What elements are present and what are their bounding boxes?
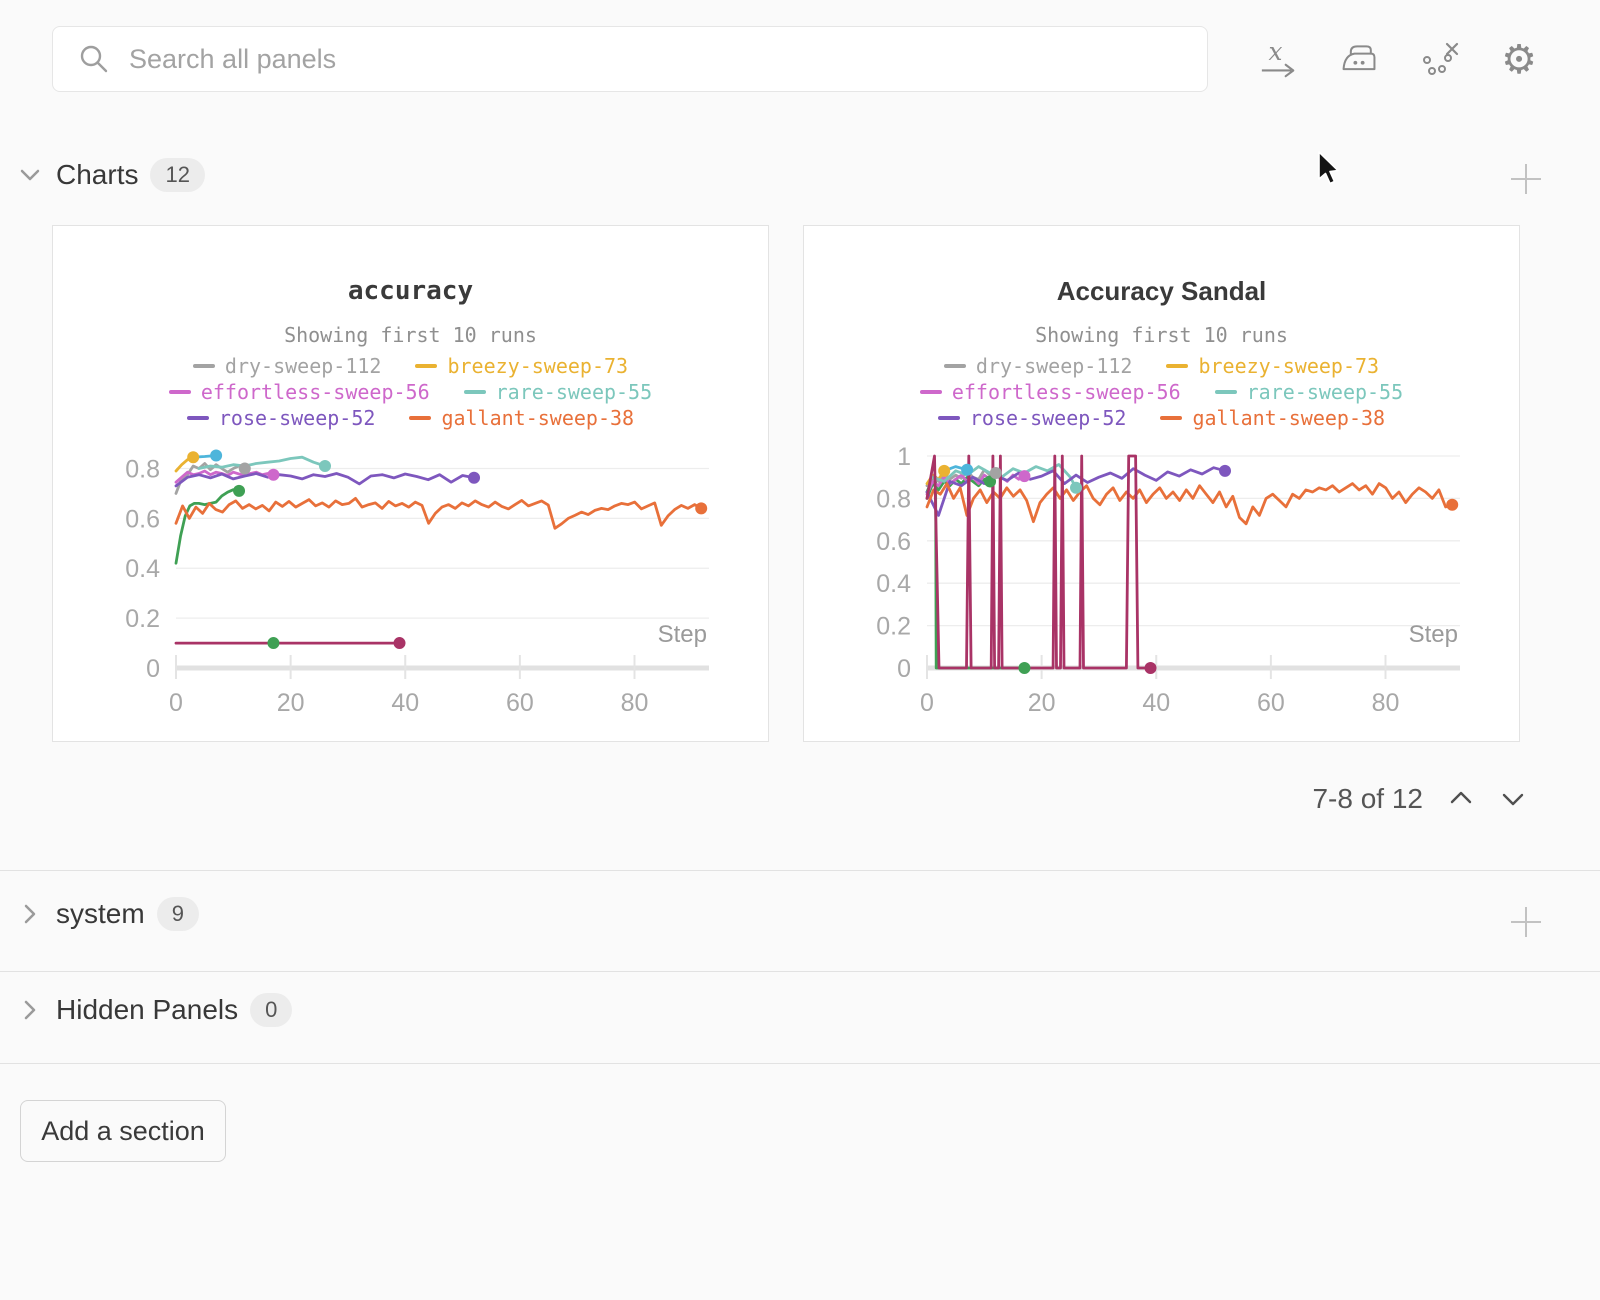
svg-text:0.2: 0.2	[876, 613, 911, 641]
legend-label: dry-sweep-112	[225, 354, 382, 378]
pagination-label: 7-8 of 12	[1312, 783, 1423, 815]
divider	[0, 870, 1600, 871]
svg-text:x: x	[1269, 38, 1283, 66]
legend-swatch	[409, 416, 431, 420]
outliers-icon[interactable]	[1419, 38, 1459, 82]
chart-subtitle: Showing first 10 runs	[804, 323, 1519, 347]
x-axis-icon[interactable]: x	[1259, 38, 1299, 82]
divider	[0, 971, 1600, 972]
page-up-button[interactable]	[1447, 785, 1475, 813]
svg-text:80: 80	[621, 689, 649, 717]
legend-swatch	[193, 364, 215, 368]
system-section-header[interactable]: system 9	[16, 897, 199, 931]
hidden-panels-section-header[interactable]: Hidden Panels 0	[16, 993, 292, 1027]
smoothing-iron-icon[interactable]	[1339, 38, 1379, 82]
svg-text:0: 0	[920, 689, 934, 717]
svg-text:Step: Step	[1409, 621, 1458, 648]
svg-text:1: 1	[897, 443, 911, 471]
legend-entry[interactable]: effortless-sweep-56	[920, 380, 1181, 404]
legend-label: effortless-sweep-56	[201, 380, 430, 404]
panel-accuracy-sandal[interactable]: Accuracy Sandal Showing first 10 runs dr…	[803, 225, 1520, 742]
chart-legend: dry-sweep-112 breezy-sweep-73 effortless-s…	[53, 353, 768, 431]
legend-swatch	[1166, 364, 1188, 368]
accuracy-sandal-plot[interactable]: 0 0.2 0.4 0.6 0.8 1 0 20 40 60 80 Step	[804, 422, 1521, 732]
system-section-title: system	[56, 898, 145, 930]
legend-entry[interactable]: rare-sweep-55	[1215, 380, 1404, 404]
chevron-right-icon[interactable]	[16, 900, 44, 928]
system-count-badge: 9	[157, 897, 199, 931]
search-bar	[52, 26, 1208, 92]
svg-text:60: 60	[1257, 689, 1285, 717]
legend-swatch	[187, 416, 209, 420]
svg-text:Step: Step	[658, 621, 707, 648]
legend-swatch	[944, 364, 966, 368]
accuracy-plot[interactable]: 0 0.2 0.4 0.6 0.8 0 20 40 60 80 Step	[53, 422, 770, 732]
legend-swatch	[920, 390, 942, 394]
svg-text:0.6: 0.6	[125, 505, 160, 533]
hidden-panels-count-badge: 0	[250, 993, 292, 1027]
svg-text:0.4: 0.4	[876, 570, 911, 598]
chart-subtitle: Showing first 10 runs	[53, 323, 768, 347]
mouse-cursor	[1318, 151, 1344, 187]
svg-text:0: 0	[897, 655, 911, 683]
panel-pagination: 7-8 of 12	[1230, 783, 1527, 815]
page-down-button[interactable]	[1499, 785, 1527, 813]
legend-swatch	[938, 416, 960, 420]
hidden-panels-section-title: Hidden Panels	[56, 994, 238, 1026]
gear-glyph: ⚙	[1501, 40, 1537, 80]
legend-entry[interactable]: dry-sweep-112	[944, 354, 1133, 378]
charts-section-header[interactable]: Charts 12	[16, 158, 205, 192]
svg-text:0.2: 0.2	[125, 605, 160, 633]
svg-text:40: 40	[391, 689, 419, 717]
legend-label: breezy-sweep-73	[1198, 354, 1379, 378]
search-icon	[79, 44, 109, 74]
svg-text:0.4: 0.4	[125, 555, 160, 583]
legend-label: rare-sweep-55	[496, 380, 653, 404]
legend-entry[interactable]: effortless-sweep-56	[169, 380, 430, 404]
chevron-down-icon[interactable]	[16, 161, 44, 189]
add-panel-button[interactable]	[1506, 159, 1546, 199]
add-section-button[interactable]: Add a section	[20, 1100, 226, 1162]
svg-text:20: 20	[277, 689, 305, 717]
add-system-panel-button[interactable]	[1506, 902, 1546, 942]
chevron-right-icon[interactable]	[16, 996, 44, 1024]
legend-swatch	[415, 364, 437, 368]
legend-label: effortless-sweep-56	[952, 380, 1181, 404]
svg-text:60: 60	[506, 689, 534, 717]
chart-title: Accuracy Sandal	[804, 276, 1519, 307]
svg-text:0: 0	[169, 689, 183, 717]
panel-accuracy[interactable]: accuracy Showing first 10 runs dry-sweep…	[52, 225, 769, 742]
svg-text:0.6: 0.6	[876, 528, 911, 556]
chart-title: accuracy	[53, 276, 768, 306]
legend-swatch	[464, 390, 486, 394]
legend-swatch	[1215, 390, 1237, 394]
svg-text:20: 20	[1028, 689, 1056, 717]
legend-entry[interactable]: rare-sweep-55	[464, 380, 653, 404]
svg-text:0.8: 0.8	[876, 485, 911, 513]
svg-text:80: 80	[1372, 689, 1400, 717]
legend-label: dry-sweep-112	[976, 354, 1133, 378]
panels-toolbar: x ⚙	[1259, 38, 1539, 82]
svg-text:0.8: 0.8	[125, 455, 160, 483]
search-input[interactable]	[127, 43, 1181, 76]
svg-text:0: 0	[146, 655, 160, 683]
charts-section-title: Charts	[56, 159, 138, 191]
svg-text:40: 40	[1142, 689, 1170, 717]
legend-entry[interactable]: dry-sweep-112	[193, 354, 382, 378]
legend-swatch	[169, 390, 191, 394]
charts-count-badge: 12	[150, 158, 204, 192]
legend-label: breezy-sweep-73	[447, 354, 628, 378]
chart-legend: dry-sweep-112 breezy-sweep-73 effortless-s…	[804, 353, 1519, 431]
legend-entry[interactable]: breezy-sweep-73	[415, 354, 628, 378]
legend-label: rare-sweep-55	[1247, 380, 1404, 404]
divider	[0, 1063, 1600, 1064]
legend-swatch	[1160, 416, 1182, 420]
settings-gear-icon[interactable]: ⚙	[1499, 38, 1539, 82]
legend-entry[interactable]: breezy-sweep-73	[1166, 354, 1379, 378]
